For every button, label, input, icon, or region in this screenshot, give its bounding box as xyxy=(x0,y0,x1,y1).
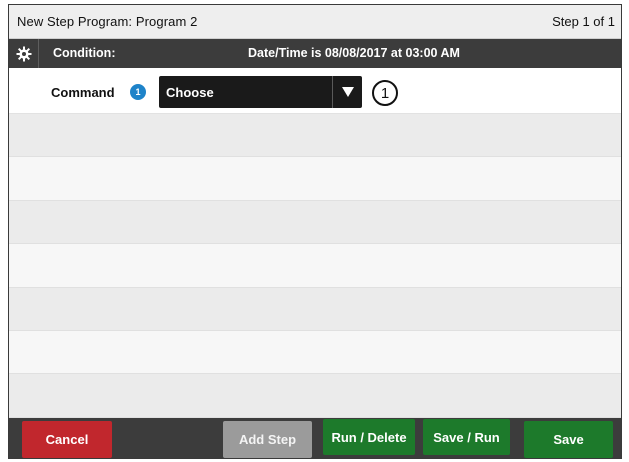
title-bar: New Step Program: Program 2 Step 1 of 1 xyxy=(9,5,621,39)
gear-icon[interactable] xyxy=(9,39,39,68)
empty-row xyxy=(9,330,621,375)
empty-row xyxy=(9,244,621,288)
step-list xyxy=(9,114,621,418)
condition-bar: Condition: Date/Time is 08/08/2017 at 03… xyxy=(9,39,621,68)
command-select[interactable]: Choose xyxy=(159,76,362,108)
save-button[interactable]: Save xyxy=(524,421,613,458)
empty-row xyxy=(9,114,621,158)
command-label: Command xyxy=(51,85,115,100)
empty-row xyxy=(9,157,621,201)
step-program-window: New Step Program: Program 2 Step 1 of 1 xyxy=(8,4,622,459)
empty-row xyxy=(9,287,621,331)
run-delete-button[interactable]: Run / Delete xyxy=(323,419,415,455)
step-indicator: Step 1 of 1 xyxy=(552,14,615,29)
condition-label: Condition: xyxy=(53,46,116,60)
cancel-button[interactable]: Cancel xyxy=(22,421,112,458)
condition-value[interactable]: Date/Time is 08/08/2017 at 03:00 AM xyxy=(248,46,460,60)
save-run-button[interactable]: Save / Run xyxy=(423,419,510,455)
footer-toolbar: Cancel Add Step Run / Delete Save / Run … xyxy=(9,418,621,458)
command-row: Command 1 Choose 1 xyxy=(9,68,621,114)
empty-row xyxy=(9,200,621,245)
info-icon[interactable]: 1 xyxy=(130,84,146,100)
empty-row xyxy=(9,374,621,418)
program-title: New Step Program: Program 2 xyxy=(17,14,198,29)
chevron-down-icon[interactable] xyxy=(332,76,362,108)
callout-marker: 1 xyxy=(372,80,398,106)
add-step-button[interactable]: Add Step xyxy=(223,421,312,458)
command-select-value: Choose xyxy=(166,85,214,100)
